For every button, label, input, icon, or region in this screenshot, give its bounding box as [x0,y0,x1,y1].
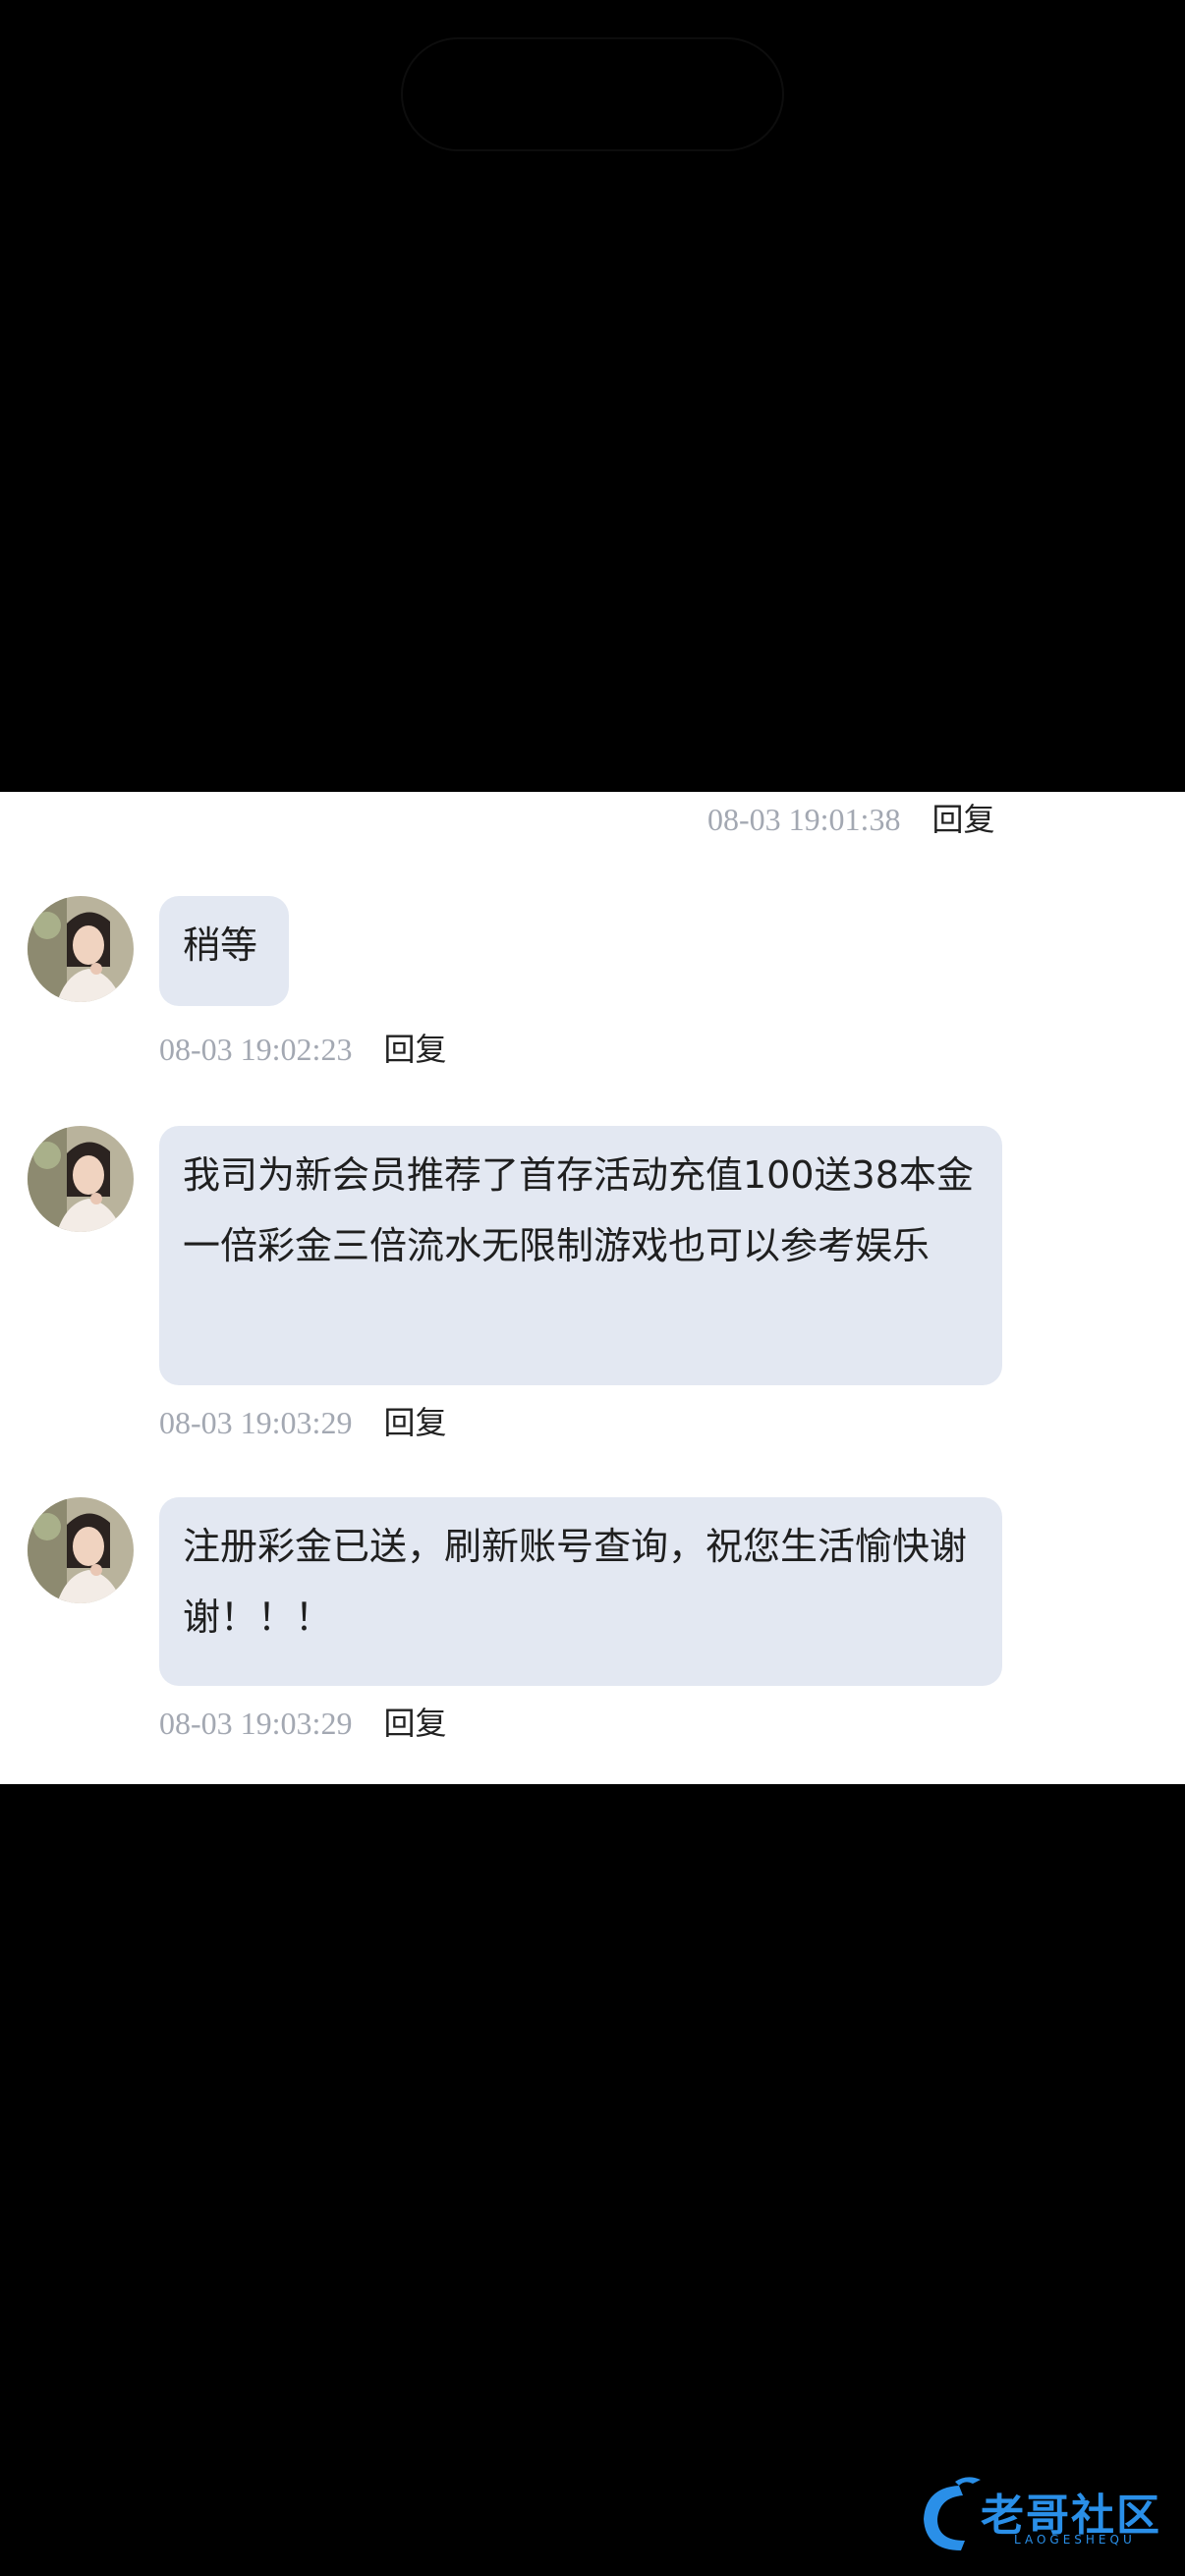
reply-button[interactable]: 回复 [383,1030,446,1069]
message-bubble[interactable]: 注册彩金已送，刷新账号查询，祝您生活愉快谢谢！！！ [159,1497,1002,1686]
chat-panel: 08-03 19:01:38 回复 稍等 08-03 19:02:23 回复 我… [0,792,1185,1784]
message-timestamp: 08-03 19:01:38 [707,802,901,837]
message-bubble[interactable]: 我司为新会员推荐了首存活动充值100送38本金一倍彩金三倍流水无限制游戏也可以参… [159,1126,1002,1385]
reply-button[interactable]: 回复 [383,1704,446,1743]
avatar[interactable] [28,1497,134,1603]
reply-button[interactable]: 回复 [383,1403,446,1442]
watermark: 老哥社区 LAOGESHEQU [916,2472,1171,2558]
reply-button[interactable]: 回复 [931,800,994,839]
dynamic-island [401,37,784,151]
message-meta: 08-03 19:03:29 回复 [159,1403,446,1442]
message-timestamp: 08-03 19:03:29 [159,1706,353,1741]
message-meta: 08-03 19:02:23 回复 [159,1030,446,1069]
message-meta-top: 08-03 19:01:38 回复 [707,800,994,839]
message-bubble[interactable]: 稍等 [159,896,289,1006]
avatar[interactable] [28,896,134,1002]
message-meta: 08-03 19:03:29 回复 [159,1704,446,1743]
message-timestamp: 08-03 19:02:23 [159,1032,353,1067]
watermark-subtext: LAOGESHEQU [1014,2533,1136,2547]
avatar[interactable] [28,1126,134,1232]
message-timestamp: 08-03 19:03:29 [159,1405,353,1440]
